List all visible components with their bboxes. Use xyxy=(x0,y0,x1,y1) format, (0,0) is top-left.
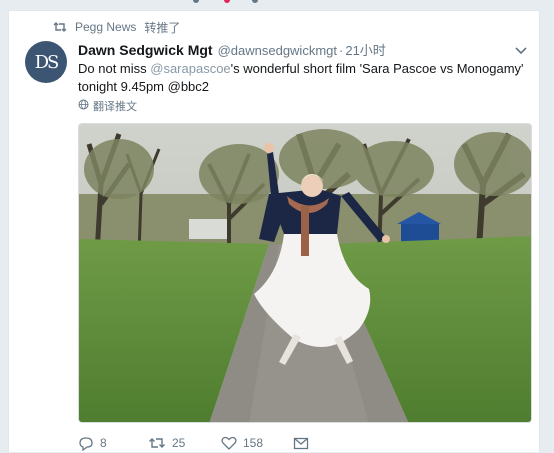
tweet-header: Dawn Sedgwick Mgt @dawnsedgwickmgt · 21小… xyxy=(78,40,528,58)
translate-label: 翻译推文 xyxy=(93,101,137,113)
direct-message-button[interactable] xyxy=(293,437,309,450)
retweet-count: 25 xyxy=(172,436,186,450)
strip-marker xyxy=(224,0,230,3)
retweeter-name[interactable]: Pegg News xyxy=(75,20,136,34)
user-handle[interactable]: @dawnsedgwickmgt xyxy=(218,43,337,58)
translate-tweet[interactable]: 翻译推文 xyxy=(78,99,137,113)
reply-count: 8 xyxy=(100,436,107,450)
top-strip xyxy=(0,0,554,10)
avatar[interactable]: DS xyxy=(25,41,67,83)
display-name[interactable]: Dawn Sedgwick Mgt xyxy=(78,42,213,58)
strip-marker xyxy=(252,0,258,3)
heart-icon xyxy=(221,436,237,450)
tweet-actions: 8 25 158 xyxy=(78,433,309,453)
retweet-action-label: 转推了 xyxy=(144,20,181,35)
retweet-button[interactable]: 25 xyxy=(148,436,221,450)
tweet-text-part: Do not miss xyxy=(78,61,151,76)
mention-link[interactable]: @sarapascoe xyxy=(150,61,230,76)
strip-marker xyxy=(193,0,199,3)
photo-icon xyxy=(79,124,531,422)
tweet-card[interactable]: Pegg News 转推了 DS Dawn Sedgwick Mgt @dawn… xyxy=(8,10,540,452)
tweet-text: Do not miss @sarapascoe's wonderful shor… xyxy=(78,60,533,96)
envelope-icon xyxy=(293,437,309,450)
reply-icon xyxy=(78,436,94,451)
separator-dot: · xyxy=(339,43,344,58)
like-count: 158 xyxy=(243,436,264,450)
mention-link[interactable]: @bbc2 xyxy=(168,79,209,94)
retweet-context: Pegg News 转推了 xyxy=(53,19,180,35)
reply-button[interactable]: 8 xyxy=(78,436,148,451)
chevron-down-icon[interactable] xyxy=(515,42,527,60)
like-button[interactable]: 158 xyxy=(221,436,293,450)
retweet-icon xyxy=(53,21,67,33)
globe-icon xyxy=(78,99,89,113)
avatar-logo: DS xyxy=(34,51,60,73)
retweet-icon xyxy=(148,436,166,450)
tweet-photo[interactable] xyxy=(78,123,532,423)
timestamp[interactable]: 21小时 xyxy=(345,40,385,59)
